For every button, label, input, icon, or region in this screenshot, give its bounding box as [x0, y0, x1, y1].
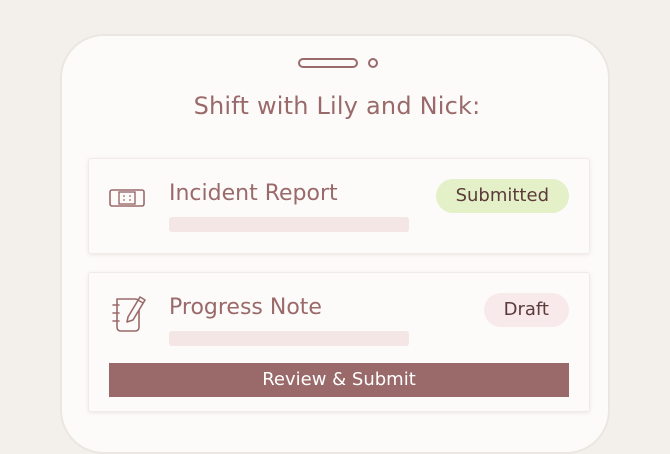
- card-placeholder-line: [169, 331, 409, 346]
- card-placeholder-line: [169, 217, 409, 232]
- page-title: Shift with Lily and Nick:: [193, 92, 481, 120]
- card-title: Progress Note: [169, 295, 322, 320]
- speaker-slot: [298, 58, 358, 68]
- bandage-icon: [109, 187, 145, 213]
- incident-report-card[interactable]: Incident Report Submitted: [88, 158, 590, 254]
- phone-frame: Shift with Lily and Nick: Incident Repor…: [60, 34, 610, 454]
- camera-dot: [368, 58, 378, 68]
- notebook-pen-icon: [109, 293, 147, 337]
- status-badge: Draft: [483, 293, 569, 327]
- progress-note-card[interactable]: Progress Note Draft Review & Submit: [88, 272, 590, 412]
- status-badge: Submitted: [435, 179, 569, 213]
- review-submit-button[interactable]: Review & Submit: [109, 363, 569, 397]
- card-title: Incident Report: [169, 181, 338, 206]
